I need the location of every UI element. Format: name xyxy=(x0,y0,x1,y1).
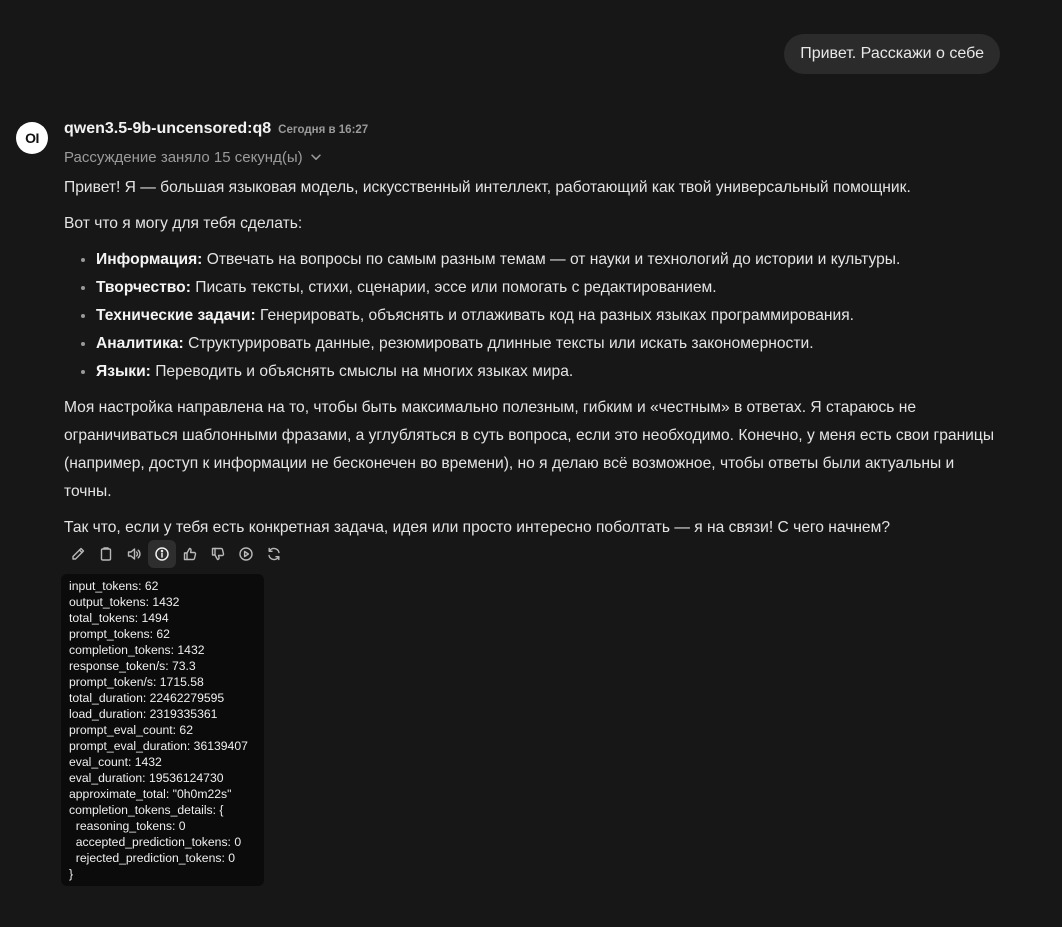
intro-paragraph: Привет! Я — большая языковая модель, иск… xyxy=(64,179,911,196)
model-avatar: OI xyxy=(16,122,48,154)
user-message-bubble: Привет. Расскажи о себе xyxy=(784,34,1000,74)
chevron-down-icon xyxy=(310,154,321,160)
list-item: Аналитика: Структурировать данные, резюм… xyxy=(96,330,1004,358)
play-icon xyxy=(239,547,253,561)
edit-icon xyxy=(72,547,85,560)
list-item-title: Аналитика: xyxy=(96,335,184,352)
chat-page: Привет. Расскажи о себе OI qwen3.5-9b-un… xyxy=(0,0,1062,927)
regenerate-icon xyxy=(268,547,280,561)
capabilities-list: Информация: Отвечать на вопросы по самым… xyxy=(64,246,1004,386)
message-actions xyxy=(64,540,288,568)
list-item-text: Генерировать, объяснять и отлаживать код… xyxy=(255,307,854,324)
list-item-text: Отвечать на вопросы по самым разным тема… xyxy=(202,251,901,268)
reasoning-label: Рассуждение заняло 15 секунд(ы) xyxy=(64,148,303,166)
thumbs-down-icon xyxy=(211,547,225,561)
list-item: Языки: Переводить и объяснять смыслы на … xyxy=(96,358,1004,386)
list-item-title: Языки: xyxy=(96,363,151,380)
speaker-icon xyxy=(127,548,141,560)
message-header: qwen3.5-9b-uncensored:q8 Сегодня в 16:27 xyxy=(64,120,1004,142)
list-item-text: Писать тексты, стихи, сценарии, эссе или… xyxy=(190,279,717,296)
edit-button[interactable] xyxy=(64,540,92,568)
closing-paragraph: Так что, если у тебя есть конкретная зад… xyxy=(64,519,891,536)
list-item-text: Структурировать данные, резюмировать дли… xyxy=(183,335,814,352)
generation-info-tooltip: input_tokens: 62 output_tokens: 1432 tot… xyxy=(61,574,264,886)
read-aloud-button[interactable] xyxy=(120,540,148,568)
assistant-message: qwen3.5-9b-uncensored:q8 Сегодня в 16:27… xyxy=(64,120,1004,550)
list-item: Информация: Отвечать на вопросы по самым… xyxy=(96,246,1004,274)
lead-paragraph: Вот что я могу для тебя сделать: xyxy=(64,215,303,232)
list-item-title: Технические задачи: xyxy=(96,307,256,324)
settings-paragraph: Моя настройка направлена на то, чтобы бы… xyxy=(64,399,995,500)
list-item: Творчество: Писать тексты, стихи, сценар… xyxy=(96,274,1004,302)
list-item-title: Творчество: xyxy=(96,279,191,296)
reasoning-toggle[interactable]: Рассуждение заняло 15 секунд(ы) xyxy=(64,146,1004,168)
usage-info-text: input_tokens: 62 output_tokens: 1432 tot… xyxy=(69,579,248,881)
message-timestamp: Сегодня в 16:27 xyxy=(278,124,369,136)
generation-info-button[interactable] xyxy=(148,540,176,568)
copy-button[interactable] xyxy=(92,540,120,568)
continue-button[interactable] xyxy=(232,540,260,568)
model-name: qwen3.5-9b-uncensored:q8 xyxy=(64,120,272,137)
message-body: Привет! Я — большая языковая модель, иск… xyxy=(64,174,1004,542)
bad-response-button[interactable] xyxy=(204,540,232,568)
good-response-button[interactable] xyxy=(176,540,204,568)
info-icon xyxy=(155,547,169,561)
list-item-title: Информация: xyxy=(96,251,203,268)
list-item: Технические задачи: Генерировать, объясн… xyxy=(96,302,1004,330)
copy-icon xyxy=(100,547,112,561)
thumbs-up-icon xyxy=(183,547,197,561)
regenerate-button[interactable] xyxy=(260,540,288,568)
list-item-text: Переводить и объяснять смыслы на многих … xyxy=(150,363,574,380)
